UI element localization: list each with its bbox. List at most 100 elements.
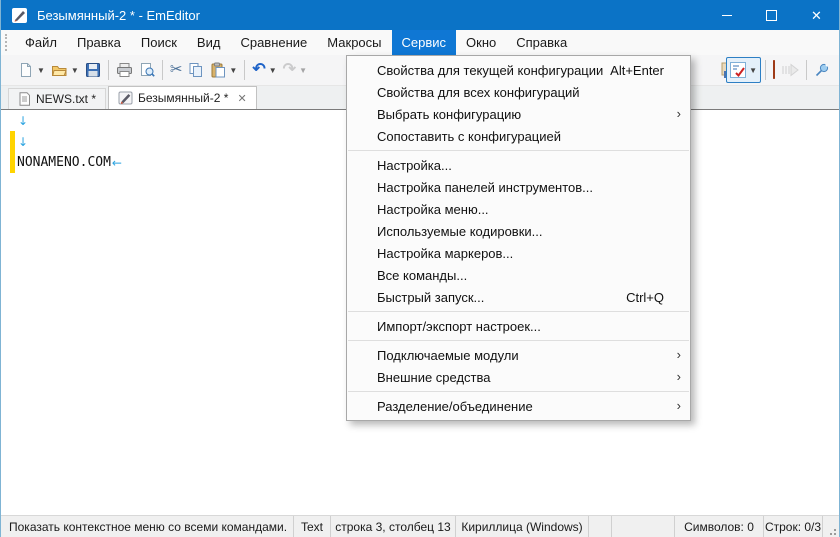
menu-item-label: Настройка маркеров... [377, 246, 513, 261]
dropdown-arrow-icon[interactable]: ▼ [299, 66, 307, 75]
clipped-toolbar-icon [720, 61, 726, 79]
markers-toggle-button[interactable]: ▼ [726, 57, 761, 83]
paste-icon [210, 62, 226, 78]
emeditor-logo-icon [11, 7, 28, 24]
toolbar-separator [806, 60, 807, 80]
menu-item-импорт-экспорт-настроек[interactable]: Импорт/экспорт настроек... [347, 315, 690, 337]
dropdown-arrow-icon[interactable]: ▼ [71, 66, 79, 75]
menubar-item-макросы[interactable]: Макросы [317, 30, 391, 55]
menu-item-разделение-объединение[interactable]: Разделение/объединение› [347, 395, 690, 417]
dropdown-arrow-icon[interactable]: ▼ [37, 66, 45, 75]
menubar-item-сервис[interactable]: Сервис [392, 30, 457, 55]
dropdown-arrow-icon[interactable]: ▼ [269, 66, 277, 75]
menu-item-используемые-кодировки[interactable]: Используемые кодировки... [347, 220, 690, 242]
tab-label: NEWS.txt * [36, 92, 96, 106]
menu-item-быстрый-запуск[interactable]: Быстрый запуск...Ctrl+Q [347, 286, 690, 308]
menu-item-настройка-панелей-инструментов[interactable]: Настройка панелей инструментов... [347, 176, 690, 198]
pin-icon [814, 62, 830, 78]
editor-line-text: NONAMENO.COM [17, 155, 111, 170]
tab-close-icon[interactable]: ✕ [237, 92, 246, 105]
menu-bar: ФайлПравкаПоискВидСравнениеМакросыСервис… [1, 30, 839, 55]
status-empty-1[interactable] [588, 516, 611, 537]
tab-news.txt-[interactable]: NEWS.txt * [8, 88, 106, 109]
record-macro-icon [773, 61, 775, 79]
menu-item-свойства-для-всех-конфигураций[interactable]: Свойства для всех конфигураций [347, 81, 690, 103]
paste-button[interactable]: ▼ [207, 58, 240, 82]
menubar-item-правка[interactable]: Правка [67, 30, 131, 55]
menubar-item-окно[interactable]: Окно [456, 30, 506, 55]
print-preview-button[interactable] [136, 58, 158, 82]
status-char-count[interactable]: Символов: 0 [674, 516, 763, 537]
menubar-item-сравнение[interactable]: Сравнение [230, 30, 317, 55]
modified-line-marker [10, 131, 15, 152]
menu-item-shortcut: Alt+Enter [610, 63, 664, 78]
close-button[interactable]: ✕ [794, 0, 839, 30]
menu-item-выбрать-конфигурацию[interactable]: Выбрать конфигурацию› [347, 103, 690, 125]
toolbar-separator [244, 60, 245, 80]
menubar-item-поиск[interactable]: Поиск [131, 30, 187, 55]
status-line-count[interactable]: Строк: 0/3 [763, 516, 822, 537]
dropdown-arrow-icon[interactable]: ▼ [749, 66, 757, 75]
menu-item-label: Настройка меню... [377, 202, 489, 217]
cut-button[interactable]: ✂ [167, 58, 186, 82]
menu-item-label: Все команды... [377, 268, 467, 283]
menu-item-сопоставить-с-конфигурацией[interactable]: Сопоставить с конфигурацией [347, 125, 690, 147]
submenu-arrow-icon: › [677, 369, 681, 384]
new-file-icon [18, 62, 34, 78]
menu-item-label: Внешние средства [377, 370, 491, 385]
print-button[interactable] [113, 58, 136, 82]
minimize-button[interactable] [704, 0, 749, 30]
status-empty-2[interactable] [611, 516, 674, 537]
undo-button[interactable]: ↶▼ [249, 58, 279, 82]
submenu-arrow-icon: › [677, 398, 681, 413]
status-caret-position[interactable]: строка 3, столбец 13 [330, 516, 455, 537]
menu-item-настройка-маркеров[interactable]: Настройка маркеров... [347, 242, 690, 264]
menu-item-свойства-для-текущей-конфигурации[interactable]: Свойства для текущей конфигурацииAlt+Ent… [347, 59, 690, 81]
menu-item-label: Настройка... [377, 158, 452, 173]
cut-icon: ✂ [170, 61, 183, 79]
menu-item-label: Используемые кодировки... [377, 224, 542, 239]
run-macro-button[interactable] [778, 58, 802, 82]
undo-icon: ↶ [252, 61, 265, 79]
maximize-button[interactable] [749, 0, 794, 30]
dropdown-arrow-icon[interactable]: ▼ [229, 66, 237, 75]
menu-item-настройка[interactable]: Настройка... [347, 154, 690, 176]
maximize-icon [766, 10, 777, 21]
menu-separator [348, 311, 689, 312]
save-icon [85, 62, 101, 78]
new-file-button[interactable]: ▼ [15, 58, 48, 82]
status-encoding[interactable]: Кириллица (Windows) [455, 516, 588, 537]
resize-grip[interactable] [822, 516, 839, 537]
minimize-icon [722, 15, 732, 16]
open-folder-button[interactable]: ▼ [48, 58, 82, 82]
toolbar-separator [108, 60, 109, 80]
eol-marker-icon: ↓ [18, 135, 28, 149]
redo-button[interactable]: ↷▼ [280, 58, 310, 82]
window-title: Безымянный-2 * - EmEditor [37, 8, 200, 23]
menubar-item-файл[interactable]: Файл [15, 30, 67, 55]
print-preview-icon [139, 62, 155, 78]
close-icon: ✕ [811, 9, 822, 22]
copy-button[interactable] [185, 58, 207, 82]
status-text-mode[interactable]: Text [293, 516, 330, 537]
title-bar: Безымянный-2 * - EmEditor ✕ [1, 0, 839, 30]
menubar-item-вид[interactable]: Вид [187, 30, 231, 55]
pin-button[interactable] [811, 58, 833, 82]
menu-item-внешние-средства[interactable]: Внешние средства › [347, 366, 690, 388]
menubar-item-справка[interactable]: Справка [506, 30, 577, 55]
menu-item-настройка-меню[interactable]: Настройка меню... [347, 198, 690, 220]
menu-item-все-команды[interactable]: Все команды... [347, 264, 690, 286]
modified-line-marker [10, 152, 15, 173]
record-macro-button[interactable] [770, 58, 778, 82]
menubar-grip[interactable] [5, 34, 10, 51]
emeditor-window: Безымянный-2 * - EmEditor ✕ ФайлПравкаПо… [0, 0, 840, 537]
save-button[interactable] [82, 58, 104, 82]
menu-item-label: Настройка панелей инструментов... [377, 180, 593, 195]
menu-item-подключаемые-модули[interactable]: Подключаемые модули› [347, 344, 690, 366]
window-controls: ✕ [704, 0, 839, 30]
toolbar-separator [162, 60, 163, 80]
menu-separator [348, 340, 689, 341]
tab-безымянный-2-[interactable]: Безымянный-2 *✕ [108, 86, 257, 109]
toolbar-separator [765, 60, 766, 80]
menu-item-label: Быстрый запуск... [377, 290, 484, 305]
